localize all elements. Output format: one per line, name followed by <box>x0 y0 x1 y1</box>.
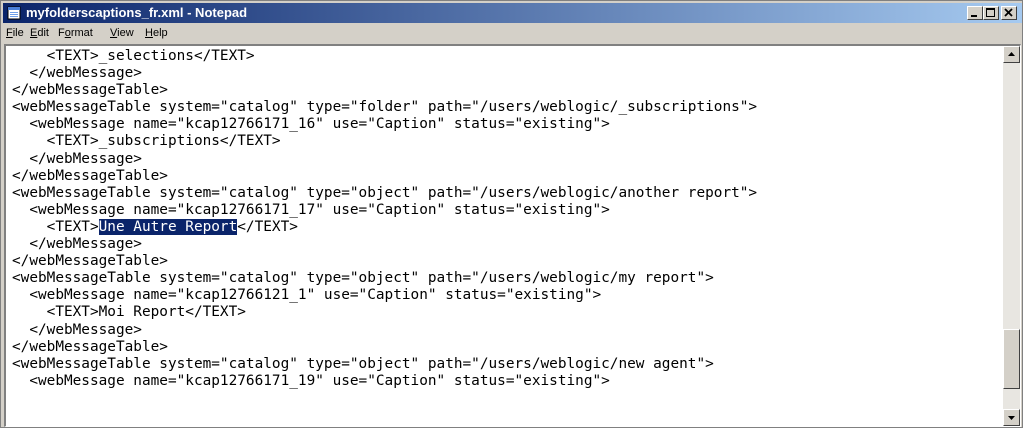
text-line[interactable]: <TEXT>Une Autre Report</TEXT> <box>12 218 1001 236</box>
line-text: <webMessage name="kcap12766171_16" use="… <box>12 116 610 133</box>
menu-file[interactable]: File <box>6 26 24 40</box>
text-line[interactable]: </webMessageTable> <box>12 253 1001 270</box>
text-line[interactable]: </webMessage> <box>12 151 1001 168</box>
line-text: <TEXT> <box>12 218 99 235</box>
text-line[interactable]: <TEXT>_subscriptions</TEXT> <box>12 133 1001 150</box>
line-text: </webMessageTable> <box>12 82 168 99</box>
line-text: <webMessageTable system="catalog" type="… <box>12 270 714 287</box>
minimize-button[interactable] <box>967 6 983 20</box>
menu-bar: File Edit Format View Help <box>3 24 1022 43</box>
line-text: </webMessageTable> <box>12 253 168 270</box>
menu-format[interactable]: Format <box>58 26 93 40</box>
line-text: </webMessage> <box>12 321 142 338</box>
text-line[interactable]: </webMessageTable> <box>12 82 1001 99</box>
title-bar[interactable]: myfolderscaptions_fr.xml - Notepad <box>3 3 1022 23</box>
line-text: </webMessageTable> <box>12 167 168 184</box>
line-text: </webMessageTable> <box>12 338 168 355</box>
scroll-up-button[interactable] <box>1003 46 1020 63</box>
line-text: </TEXT> <box>237 218 298 235</box>
line-text: <webMessage name="kcap12766171_19" use="… <box>12 372 610 389</box>
scroll-up-arrow-icon <box>1008 52 1015 56</box>
close-icon <box>1004 8 1013 17</box>
scroll-down-button[interactable] <box>1003 409 1020 426</box>
notepad-window: myfolderscaptions_fr.xml - Notepad File … <box>0 0 1023 428</box>
text-line[interactable]: <webMessageTable system="catalog" type="… <box>12 270 1001 287</box>
menu-help[interactable]: Help <box>145 26 168 40</box>
notepad-icon[interactable] <box>7 6 22 20</box>
text-line[interactable]: <webMessageTable system="catalog" type="… <box>12 185 1001 202</box>
text-line[interactable]: <webMessageTable system="catalog" type="… <box>12 356 1001 373</box>
text-line[interactable]: </webMessageTable> <box>12 168 1001 185</box>
menu-view[interactable]: View <box>110 26 134 40</box>
line-text: <webMessageTable system="catalog" type="… <box>12 184 758 201</box>
line-text: <TEXT>Moi Report</TEXT> <box>12 304 246 321</box>
maximize-button[interactable] <box>983 6 999 20</box>
scrollbar-thumb[interactable] <box>1003 329 1020 389</box>
selected-text[interactable]: Une Autre Report <box>98 218 238 235</box>
text-line[interactable]: <webMessage name="kcap12766171_19" use="… <box>12 373 1001 390</box>
scroll-down-arrow-icon <box>1008 416 1015 420</box>
line-text: <TEXT>_subscriptions</TEXT> <box>12 133 281 150</box>
window-title: myfolderscaptions_fr.xml - Notepad <box>26 5 248 20</box>
menu-edit[interactable]: Edit <box>30 26 49 40</box>
text-line[interactable]: <TEXT>Moi Report</TEXT> <box>12 304 1001 321</box>
line-text: </webMessage> <box>12 236 142 253</box>
text-line[interactable]: <webMessage name="kcap12766171_16" use="… <box>12 116 1001 133</box>
text-line[interactable]: <webMessage name="kcap12766171_17" use="… <box>12 202 1001 219</box>
text-line[interactable]: <webMessageTable system="catalog" type="… <box>12 99 1001 116</box>
minimize-icon <box>971 15 977 17</box>
text-line[interactable]: </webMessage> <box>12 322 1001 339</box>
text-line[interactable]: </webMessageTable> <box>12 339 1001 356</box>
editor-text-area[interactable]: <TEXT>_selections</TEXT> </webMessage> </… <box>6 46 1001 426</box>
vertical-scrollbar[interactable] <box>1003 46 1020 426</box>
text-line[interactable]: <webMessage name="kcap12766121_1" use="C… <box>12 287 1001 304</box>
maximize-icon <box>986 8 995 17</box>
line-text: <webMessageTable system="catalog" type="… <box>12 355 714 372</box>
line-text: <webMessage name="kcap12766171_17" use="… <box>12 201 610 218</box>
text-editor[interactable]: <TEXT>_selections</TEXT> </webMessage> </… <box>4 44 1021 427</box>
line-text: </webMessage> <box>12 150 142 167</box>
line-text: </webMessage> <box>12 65 142 82</box>
text-line[interactable]: </webMessage> <box>12 236 1001 253</box>
line-text: <TEXT>_selections</TEXT> <box>12 48 255 64</box>
text-line[interactable]: <TEXT>_selections</TEXT> <box>12 48 1001 65</box>
text-line[interactable]: </webMessage> <box>12 65 1001 82</box>
line-text: <webMessageTable system="catalog" type="… <box>12 99 758 116</box>
line-text: <webMessage name="kcap12766121_1" use="C… <box>12 287 602 304</box>
close-button[interactable] <box>1001 6 1017 20</box>
